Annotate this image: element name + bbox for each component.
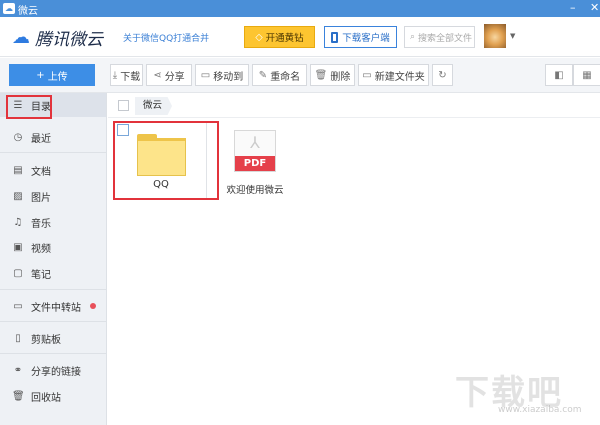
- video-icon: ▣: [13, 241, 23, 253]
- share-button[interactable]: ⋖ 分享: [146, 64, 192, 86]
- item-checkbox[interactable]: [117, 124, 129, 136]
- image-icon: ▨: [13, 190, 23, 202]
- pdf-file-icon[interactable]: ⅄ PDF: [234, 130, 276, 172]
- sidebar-item-images[interactable]: ▨ 图片: [0, 184, 106, 208]
- divider: [0, 289, 106, 290]
- file-name: QQ: [153, 179, 169, 190]
- detail-view-button[interactable]: ◧: [545, 64, 573, 86]
- sidebar-item-label: 剪贴板: [31, 334, 61, 346]
- sidebar-item-recent[interactable]: ◷ 最近: [0, 125, 106, 149]
- search-input[interactable]: ⌕ 搜索全部文件: [404, 26, 475, 48]
- move-to-button[interactable]: ▭ 移动到: [195, 64, 249, 86]
- breadcrumb-root[interactable]: 微云: [135, 97, 173, 115]
- divider: [0, 321, 106, 322]
- upload-button[interactable]: + 上传: [9, 64, 95, 86]
- watermark-url: www.xiazaiba.com: [498, 405, 582, 415]
- sidebar-item-transfer[interactable]: ▭ 文件中转站: [0, 294, 106, 318]
- notification-dot: [90, 303, 96, 309]
- folder-move-icon: ▭: [200, 69, 211, 81]
- trash-icon: 🗑: [314, 69, 328, 81]
- share-label: 分享: [164, 71, 185, 83]
- breadcrumb: 微云: [108, 94, 600, 118]
- delete-button[interactable]: 🗑 删除: [310, 64, 355, 86]
- upload-label: 上传: [47, 71, 68, 83]
- clipboard-icon: ▯: [15, 332, 21, 344]
- select-all-checkbox[interactable]: [118, 100, 129, 111]
- acrobat-icon: ⅄: [250, 133, 260, 152]
- sidebar-item-music[interactable]: ♫ 音乐: [0, 210, 106, 234]
- sidebar-item-video[interactable]: ▣ 视频: [0, 235, 106, 259]
- phone-icon: [331, 31, 339, 43]
- rename-button[interactable]: ✎ 重命名: [252, 64, 307, 86]
- merge-link[interactable]: 关于微信QQ打通合并: [123, 31, 209, 44]
- sidebar-item-shared-links[interactable]: ⚭ 分享的链接: [0, 358, 106, 382]
- share-icon: ⋖: [153, 69, 162, 81]
- chevron-down-icon[interactable]: ▼: [510, 32, 515, 40]
- sidebar-item-label: 回收站: [31, 392, 61, 404]
- file-name[interactable]: 欢迎使用微云: [222, 182, 288, 196]
- trash-icon: 🗑: [12, 390, 25, 402]
- app-icon: ☁: [3, 3, 15, 14]
- download-label: 下载: [120, 71, 141, 83]
- vip-button[interactable]: ◇ 开通黄钻: [244, 26, 315, 48]
- avatar[interactable]: [484, 24, 506, 48]
- pdf-badge: PDF: [235, 156, 275, 171]
- sidebar-item-label: 分享的链接: [31, 366, 81, 378]
- download-client-label: 下载客户端: [342, 33, 390, 44]
- logo: ☁ 腾讯微云: [12, 25, 103, 50]
- grid-icon: ▦: [582, 69, 592, 81]
- sidebar-item-label: 文档: [31, 166, 51, 178]
- download-icon: ⤓: [112, 69, 118, 81]
- sidebar: ☰ 目录 ◷ 最近 ▤ 文档 ▨ 图片 ♫ 音乐 ▣ 视频 ▢ 笔记 ▭ 文件中转站 ▯ 剪贴板 …: [0, 93, 107, 425]
- folder-icon: [137, 134, 186, 176]
- diamond-icon: ◇: [255, 31, 263, 43]
- plus-icon: +: [36, 69, 45, 81]
- document-icon: ▤: [13, 164, 23, 176]
- search-placeholder: 搜索全部文件: [418, 33, 473, 44]
- delete-label: 删除: [330, 71, 351, 83]
- cloud-logo-icon: ☁: [12, 27, 30, 48]
- sidebar-item-documents[interactable]: ▤ 文档: [0, 158, 106, 182]
- sidebar-item-label: 图片: [31, 192, 51, 204]
- title-bar: ☁ 微云 – ✕: [0, 0, 600, 17]
- new-folder-icon: ▭: [362, 69, 372, 81]
- vip-label: 开通黄钻: [265, 33, 304, 44]
- sidebar-item-label: 音乐: [31, 218, 51, 230]
- new-folder-label: 新建文件夹: [374, 71, 425, 83]
- sidebar-item-clipboard[interactable]: ▯ 剪贴板: [0, 326, 106, 350]
- highlight-box: [6, 95, 52, 119]
- download-button[interactable]: ⤓ 下载: [110, 64, 143, 86]
- refresh-icon: ↻: [438, 69, 447, 81]
- sidebar-item-recycle-bin[interactable]: 🗑 回收站: [0, 384, 106, 408]
- clock-icon: ◷: [13, 131, 23, 143]
- panel-icon: ◧: [554, 69, 564, 81]
- new-folder-button[interactable]: ▭ 新建文件夹: [358, 64, 429, 86]
- move-to-label: 移动到: [213, 71, 244, 83]
- sidebar-item-label: 最近: [31, 133, 51, 145]
- search-icon: ⌕: [410, 32, 416, 42]
- edit-icon: ✎: [258, 69, 268, 81]
- window-title: 微云: [18, 6, 38, 17]
- sidebar-item-label: 笔记: [31, 269, 51, 281]
- download-client-button[interactable]: 下载客户端: [324, 26, 397, 48]
- divider: [0, 152, 106, 153]
- music-icon: ♫: [13, 216, 23, 228]
- header: ☁ 腾讯微云 关于微信QQ打通合并 ◇ 开通黄钻 下载客户端 ⌕ 搜索全部文件 ▼: [0, 17, 600, 57]
- link-icon: ⚭: [13, 364, 23, 376]
- refresh-button[interactable]: ↻: [432, 64, 453, 86]
- sidebar-item-label: 视频: [31, 243, 51, 255]
- close-button[interactable]: ✕: [590, 1, 599, 14]
- sidebar-item-notes[interactable]: ▢ 笔记: [0, 261, 106, 285]
- note-icon: ▢: [13, 267, 23, 279]
- transfer-icon: ▭: [13, 300, 23, 312]
- rename-label: 重命名: [270, 71, 301, 83]
- minimize-button[interactable]: –: [570, 1, 576, 14]
- toolbar: + 上传 ⤓ 下载 ⋖ 分享 ▭ 移动到 ✎ 重命名 🗑 删除 ▭ 新建文件夹 ↻ ◧ ▦: [0, 58, 600, 93]
- sidebar-item-label: 文件中转站: [31, 302, 81, 314]
- divider: [0, 353, 106, 354]
- logo-text: 腾讯微云: [35, 30, 103, 50]
- grid-view-button[interactable]: ▦: [573, 64, 600, 86]
- file-item-folder[interactable]: QQ: [113, 121, 219, 200]
